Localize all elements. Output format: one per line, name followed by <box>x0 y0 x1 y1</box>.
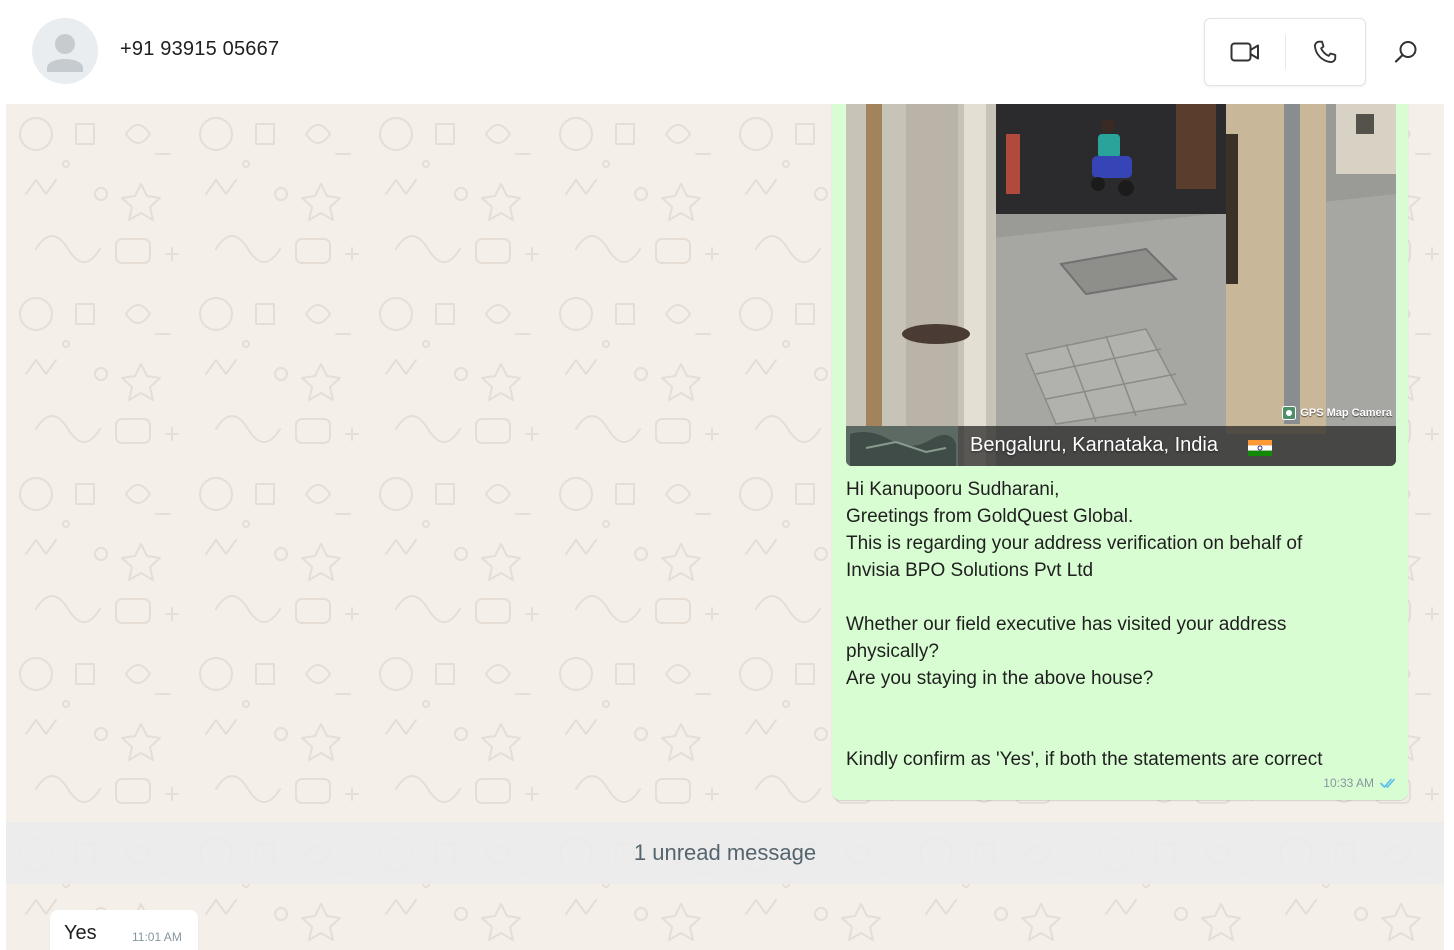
incoming-message-time: 11:01 AM <box>132 930 182 944</box>
contact-name[interactable]: +91 93915 05667 <box>120 38 279 61</box>
unread-messages-banner: 1 unread message <box>6 822 1444 884</box>
double-check-read-icon <box>1380 778 1395 788</box>
outgoing-message-bubble[interactable]: GPS Map Camera Bengaluru, Karnataka, Ind… <box>832 104 1408 800</box>
message-photo[interactable]: GPS Map Camera Bengaluru, Karnataka, Ind… <box>846 104 1396 466</box>
outgoing-message-text: Hi Kanupooru Sudharani, Greetings from G… <box>846 479 1323 770</box>
incoming-message-text: Yes <box>64 922 97 944</box>
video-call-button[interactable] <box>1205 19 1285 85</box>
chat-area[interactable]: GPS Map Camera Bengaluru, Karnataka, Ind… <box>6 104 1444 950</box>
photo-location-caption: Bengaluru, Karnataka, India <box>970 434 1218 456</box>
phone-icon <box>1314 40 1337 63</box>
default-avatar-icon <box>47 34 83 72</box>
camera-map-icon <box>1282 406 1297 420</box>
video-camera-icon <box>1230 42 1259 62</box>
india-flag-icon <box>1248 440 1272 456</box>
search-icon <box>1394 41 1417 63</box>
search-button[interactable] <box>1384 30 1428 74</box>
incoming-message-bubble[interactable]: Yes 11:01 AM <box>50 910 198 950</box>
india-flag-svg <box>1248 440 1272 456</box>
contact-avatar[interactable] <box>32 18 98 84</box>
call-buttons-group <box>1204 18 1366 86</box>
message-time: 10:33 AM <box>1323 776 1374 790</box>
message-meta: 10:33 AM <box>1323 776 1398 790</box>
voice-call-button[interactable] <box>1285 19 1365 85</box>
gps-map-camera-watermark: GPS Map Camera <box>1282 404 1392 422</box>
chat-header: +91 93915 05667 <box>0 0 1454 104</box>
